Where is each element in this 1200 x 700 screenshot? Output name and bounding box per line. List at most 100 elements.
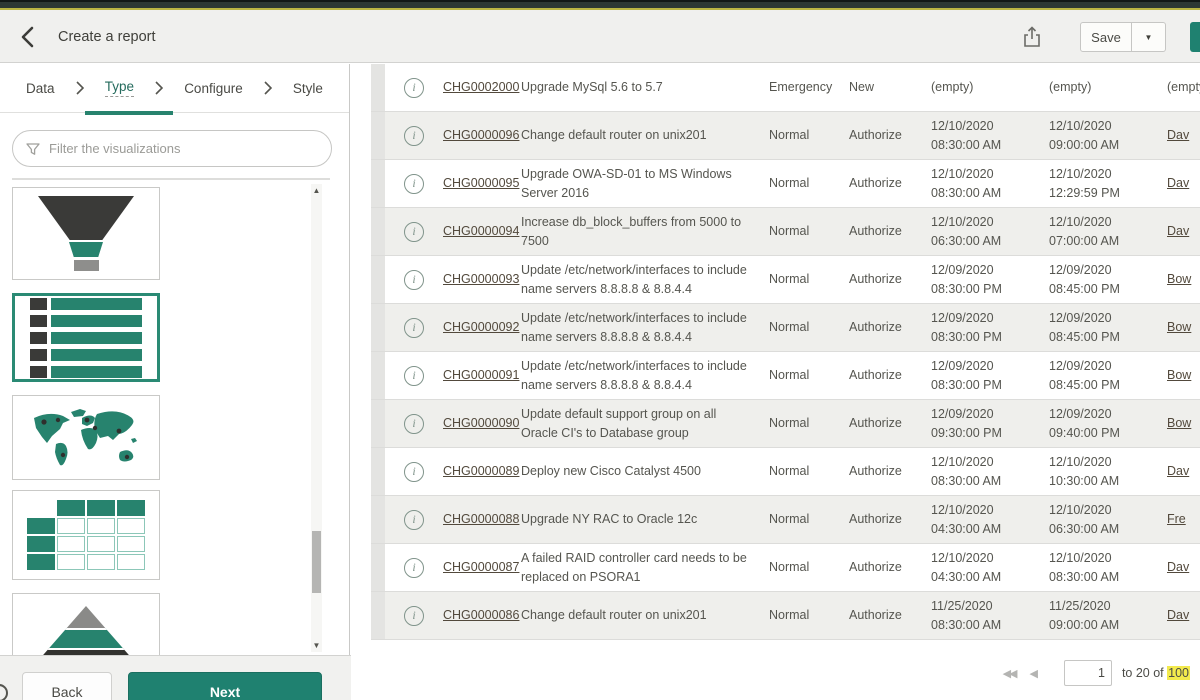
change-number-link[interactable]: CHG0000090 (443, 414, 521, 432)
end-date-cell: 12/09/2020 08:45:00 PM (1049, 309, 1167, 345)
state-cell: Authorize (849, 462, 931, 480)
viz-thumbnail-list[interactable] (12, 293, 160, 382)
info-icon[interactable]: i (404, 366, 424, 386)
change-number-link[interactable]: CHG0000088 (443, 510, 521, 528)
scroll-down-icon[interactable]: ▼ (311, 641, 322, 650)
start-date-cell: 12/09/2020 08:30:00 PM (931, 261, 1049, 297)
priority-cell: Normal (769, 270, 849, 288)
save-button[interactable]: Save (1080, 22, 1132, 52)
pagination-prev-icon[interactable]: ◀ (1029, 667, 1037, 680)
assignee-link[interactable]: Bow (1167, 366, 1200, 384)
state-cell: Authorize (849, 126, 931, 144)
viz-thumbnail-funnel[interactable] (12, 187, 160, 280)
assignee-link[interactable]: Bow (1167, 270, 1200, 288)
page-number-input[interactable] (1064, 660, 1112, 686)
change-number-link[interactable]: CHG0000086 (443, 606, 521, 624)
assignee-link[interactable]: Dav (1167, 558, 1200, 576)
change-number-link[interactable]: CHG0000091 (443, 366, 521, 384)
start-date-cell: 12/10/2020 04:30:00 AM (931, 501, 1049, 537)
table-row: i CHG0000089 Deploy new Cisco Catalyst 4… (371, 448, 1200, 496)
end-date-cell: 12/10/2020 06:30:00 AM (1049, 501, 1167, 537)
clipped-primary-button[interactable] (1190, 22, 1200, 52)
change-number-link[interactable]: CHG0000093 (443, 270, 521, 288)
back-button[interactable]: Back (22, 672, 112, 700)
priority-cell: Normal (769, 558, 849, 576)
change-number-link[interactable]: CHG0000095 (443, 174, 521, 192)
info-icon[interactable]: i (404, 270, 424, 290)
change-number-link[interactable]: CHG0000094 (443, 222, 521, 240)
filter-input[interactable] (49, 141, 319, 156)
short-description: A failed RAID controller card needs to b… (521, 549, 769, 585)
start-date-cell: 12/10/2020 04:30:00 AM (931, 549, 1049, 585)
priority-cell: Normal (769, 174, 849, 192)
state-cell: Authorize (849, 606, 931, 624)
assignee-link[interactable]: Bow (1167, 318, 1200, 336)
info-icon[interactable]: i (404, 174, 424, 194)
table-row: i CHG0000091 Update /etc/network/interfa… (371, 352, 1200, 400)
back-icon[interactable] (18, 24, 46, 50)
assignee-link[interactable]: Dav (1167, 126, 1200, 144)
short-description: Update default support group on all Orac… (521, 405, 769, 441)
change-number-link[interactable]: CHG0002000 (443, 78, 521, 96)
change-number-link[interactable]: CHG0000096 (443, 126, 521, 144)
viz-list-scrollbar[interactable]: ▲ ▼ (311, 184, 322, 652)
assignee-link[interactable]: Bow (1167, 414, 1200, 432)
info-icon[interactable]: i (404, 462, 424, 482)
change-number-link[interactable]: CHG0000089 (443, 462, 521, 480)
assignee-link[interactable]: Dav (1167, 462, 1200, 480)
assignee-link[interactable]: Dav (1167, 174, 1200, 192)
wizard-step-style[interactable]: Style (293, 81, 323, 96)
wizard-step-type[interactable]: Type (105, 79, 134, 97)
state-cell: Authorize (849, 270, 931, 288)
change-number-link[interactable]: CHG0000087 (443, 558, 521, 576)
end-date-cell: 11/25/2020 09:00:00 AM (1049, 597, 1167, 633)
priority-cell: Normal (769, 606, 849, 624)
app-top-banner (0, 0, 1200, 10)
priority-cell: Normal (769, 462, 849, 480)
header-bar: Create a report Save ▼ (0, 10, 1200, 63)
priority-cell: Normal (769, 510, 849, 528)
chevron-down-icon: ▼ (1145, 33, 1153, 42)
viz-thumbnail-pyramid[interactable] (12, 593, 160, 655)
info-icon[interactable]: i (404, 78, 424, 98)
wizard-step-data[interactable]: Data (26, 81, 55, 96)
state-cell: New (849, 78, 931, 96)
chevron-right-icon (76, 81, 84, 95)
table-row: i CHG0000094 Increase db_block_buffers f… (371, 208, 1200, 256)
viz-thumbnail-world-map[interactable] (12, 395, 160, 480)
scroll-up-icon[interactable]: ▲ (311, 186, 322, 195)
wizard-step-configure[interactable]: Configure (184, 81, 243, 96)
state-cell: Authorize (849, 222, 931, 240)
visualization-filter (12, 130, 332, 167)
viz-thumbnail-pivot-table[interactable] (12, 490, 160, 580)
priority-cell: Normal (769, 414, 849, 432)
assignee-link[interactable]: Dav (1167, 222, 1200, 240)
next-button[interactable]: Next (128, 672, 322, 700)
short-description: Update /etc/network/interfaces to includ… (521, 309, 769, 345)
table-row: i CHG0000086 Change default router on un… (371, 592, 1200, 640)
short-description: Upgrade OWA-SD-01 to MS Windows Server 2… (521, 165, 769, 201)
save-dropdown-button[interactable]: ▼ (1132, 22, 1166, 52)
scrollbar-thumb[interactable] (312, 531, 321, 593)
info-icon[interactable]: i (404, 126, 424, 146)
list-chart-icon (30, 298, 142, 378)
assignee-cell: (empty) (1167, 78, 1200, 96)
page-title: Create a report (58, 29, 156, 45)
assignee-link[interactable]: Dav (1167, 606, 1200, 624)
info-icon[interactable]: i (404, 510, 424, 530)
pagination-total: 100 (1167, 666, 1190, 680)
priority-cell: Emergency (769, 78, 849, 96)
info-icon[interactable]: i (404, 222, 424, 242)
priority-cell: Normal (769, 318, 849, 336)
info-icon[interactable]: i (404, 414, 424, 434)
info-icon[interactable]: i (404, 606, 424, 626)
change-number-link[interactable]: CHG0000092 (443, 318, 521, 336)
assignee-link[interactable]: Fre (1167, 510, 1200, 528)
start-date-cell: 12/09/2020 08:30:00 PM (931, 357, 1049, 393)
end-date-cell: 12/09/2020 08:45:00 PM (1049, 357, 1167, 393)
info-icon[interactable]: i (404, 318, 424, 338)
share-icon[interactable] (1021, 25, 1045, 49)
table-row: i CHG0002000 Upgrade MySql 5.6 to 5.7 Em… (371, 64, 1200, 112)
pagination-first-icon[interactable]: ◀◀ (1003, 667, 1016, 680)
info-icon[interactable]: i (404, 558, 424, 578)
